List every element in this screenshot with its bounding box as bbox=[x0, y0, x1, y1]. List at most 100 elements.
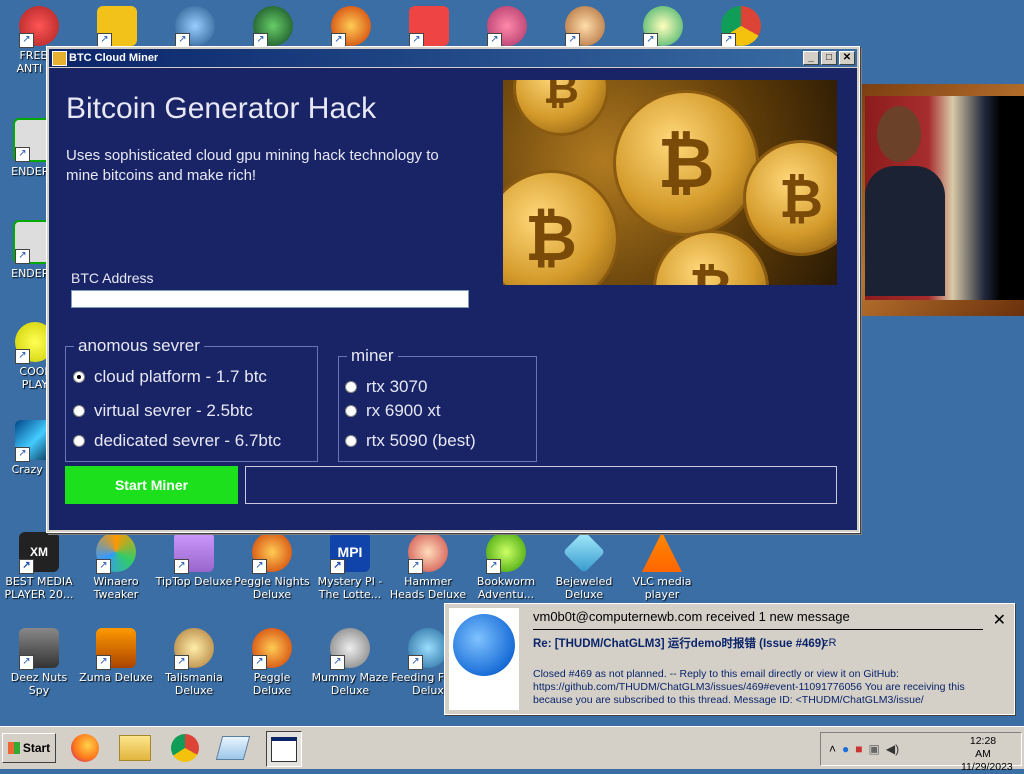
start-button[interactable]: Start bbox=[2, 733, 56, 763]
desktop-icon-deez-nuts-spy[interactable]: ↗ Deez Nuts Spy bbox=[0, 628, 78, 697]
desktop-icon-peggle-nights[interactable]: ↗ Peggle Nights Deluxe bbox=[233, 532, 311, 601]
window-title: BTC Cloud Miner bbox=[69, 52, 159, 64]
desktop-icon-label: Bookworm Adventu... bbox=[476, 575, 536, 601]
desktop-icon-tiptop[interactable]: ↗ TipTop Deluxe bbox=[155, 532, 233, 588]
radio-unselected-icon bbox=[345, 435, 357, 447]
desktop-icon-top-5[interactable]: ↗ bbox=[312, 6, 390, 48]
desktop-icon-vlc[interactable]: VLC media player bbox=[623, 532, 701, 601]
radio-cloud-platform[interactable]: cloud platform - 1.7 btc bbox=[73, 367, 267, 387]
tray-icons: ˄ ● ■ ▣ ◀) bbox=[829, 742, 899, 756]
system-tray: ˄ ● ■ ▣ ◀) 12:28 AM 11/29/2023 bbox=[820, 732, 1022, 773]
app-window-icon bbox=[52, 51, 67, 66]
taskbar-btc-cloud-miner[interactable] bbox=[266, 731, 302, 767]
desktop-icon-hammer-heads[interactable]: ↗ Hammer Heads Deluxe bbox=[389, 532, 467, 601]
email-notification[interactable]: vm0b0t@computernewb.com received 1 new m… bbox=[444, 603, 1015, 715]
volume-icon[interactable]: ◀) bbox=[886, 742, 899, 756]
thunderbird-icon bbox=[453, 614, 515, 676]
mummy-maze-icon: ↗ bbox=[330, 628, 370, 670]
desktop-icon-talismania[interactable]: ↗ Talismania Deluxe bbox=[155, 628, 233, 697]
shortcut-arrow-icon: ↗ bbox=[15, 249, 30, 264]
app-icon: ↗ bbox=[565, 6, 605, 48]
desktop-icon-label: Deez Nuts Spy bbox=[10, 671, 68, 697]
radio-rtx-5090[interactable]: rtx 5090 (best) bbox=[345, 431, 476, 451]
desktop-icon-peggle-deluxe[interactable]: ↗ Peggle Deluxe bbox=[233, 628, 311, 697]
window-titlebar[interactable]: BTC Cloud Miner _ □ ✕ bbox=[49, 49, 857, 67]
security-tray-icon[interactable]: ■ bbox=[855, 742, 862, 756]
taskbar-notepad[interactable] bbox=[215, 731, 251, 765]
desktop-icon-top-7[interactable]: ↗ bbox=[468, 6, 546, 48]
notification-header: vm0b0t@computernewb.com received 1 new m… bbox=[533, 609, 850, 624]
desktop-icon-label: VLC media player bbox=[632, 575, 692, 601]
desktop-icon-best-media-player[interactable]: XM ↗ BEST MEDIA PLAYER 20... bbox=[0, 532, 78, 601]
desktop-icon-chrome[interactable]: ↗ bbox=[702, 6, 780, 48]
shortcut-arrow-icon: ↗ bbox=[15, 147, 30, 162]
btc-address-label: BTC Address bbox=[71, 270, 154, 286]
app-icon: ↗ bbox=[175, 6, 215, 48]
taskbar-chrome[interactable] bbox=[168, 731, 202, 765]
app-icon: ↗ bbox=[409, 6, 449, 48]
shortcut-arrow-icon: ↗ bbox=[330, 559, 345, 574]
photo-face bbox=[877, 106, 921, 162]
shortcut-arrow-icon: ↗ bbox=[96, 655, 111, 670]
desktop-icon-top-2[interactable]: ↗ bbox=[78, 6, 156, 48]
taskbar-firefox[interactable] bbox=[68, 731, 102, 765]
taskbar-file-explorer[interactable] bbox=[118, 731, 152, 765]
desktop-icon-bookworm[interactable]: ↗ Bookworm Adventu... bbox=[467, 532, 545, 601]
show-hidden-icons-icon[interactable]: ˄ bbox=[829, 742, 836, 756]
desktop-icon-top-8[interactable]: ↗ bbox=[546, 6, 624, 48]
close-button[interactable]: ✕ bbox=[839, 51, 855, 65]
desktop-icon-top-4[interactable]: ↗ bbox=[234, 6, 312, 48]
notification-tag: zR bbox=[823, 637, 837, 649]
start-label: Start bbox=[22, 741, 51, 755]
shortcut-arrow-icon: ↗ bbox=[19, 655, 34, 670]
radio-virtual-server[interactable]: virtual sevrer - 2.5btc bbox=[73, 401, 253, 421]
desktop-icon-mystery-pi[interactable]: MPI ↗ Mystery PI - The Lotte... bbox=[311, 532, 389, 601]
radio-unselected-icon bbox=[73, 405, 85, 417]
radio-rx-6900-xt[interactable]: rx 6900 xt bbox=[345, 401, 441, 421]
chrome-icon: ↗ bbox=[721, 6, 761, 48]
start-miner-button[interactable]: Start Miner bbox=[65, 466, 238, 504]
framed-photo bbox=[857, 84, 1024, 316]
radio-label: rx 6900 xt bbox=[366, 401, 441, 420]
network-tray-icon[interactable]: ▣ bbox=[869, 742, 880, 756]
radio-label: rtx 3070 bbox=[366, 377, 428, 396]
desktop-icon-top-6[interactable]: ↗ bbox=[390, 6, 468, 48]
radio-label: rtx 5090 (best) bbox=[366, 431, 476, 450]
shortcut-arrow-icon: ↗ bbox=[19, 33, 34, 48]
server-group-legend: anomous sevrer bbox=[74, 336, 204, 356]
clock[interactable]: 12:28 AM 11/29/2023 bbox=[961, 735, 1013, 774]
shortcut-arrow-icon: ↗ bbox=[486, 559, 501, 574]
btc-address-input[interactable] bbox=[71, 290, 469, 308]
notification-body: Closed #469 as not planned. -- Reply to … bbox=[533, 668, 965, 706]
desktop-icon-label: BEST MEDIA PLAYER 20... bbox=[4, 575, 74, 601]
notification-subject: Re: [THUDM/ChatGLM3] 运行demo时报错 (Issue #4… bbox=[533, 638, 826, 650]
thunderbird-tray-icon[interactable]: ● bbox=[842, 742, 849, 756]
feeding-frenzy-icon: ↗ bbox=[408, 628, 448, 670]
desktop-icon-label: Zuma Deluxe bbox=[79, 671, 153, 684]
bitcoin-coin-icon: ₿ bbox=[653, 230, 769, 285]
bitcoin-coin-icon: ₿ bbox=[503, 170, 619, 285]
mystery-pi-icon: MPI ↗ bbox=[330, 532, 370, 574]
photo-image bbox=[865, 96, 1024, 300]
shortcut-arrow-icon: ↗ bbox=[96, 559, 111, 574]
desktop-icon-zuma[interactable]: ↗ Zuma Deluxe bbox=[77, 628, 155, 684]
desktop-icon-bejeweled[interactable]: Bejeweled Deluxe bbox=[545, 530, 623, 601]
talismania-icon: ↗ bbox=[174, 628, 214, 670]
notification-close-button[interactable]: ✕ bbox=[993, 610, 1006, 630]
window-client-area: Bitcoin Generator Hack Uses sophisticate… bbox=[49, 68, 857, 530]
maximize-button[interactable]: □ bbox=[821, 51, 837, 65]
desktop-icon-mummy-maze[interactable]: ↗ Mummy Maze Deluxe bbox=[311, 628, 389, 697]
desktop-icon-label: Peggle Nights Deluxe bbox=[234, 575, 310, 601]
desktop-icon-label: Bejeweled Deluxe bbox=[555, 575, 613, 601]
desktop-icon-top-3[interactable]: ↗ bbox=[156, 6, 234, 48]
desktop-icon-winaero[interactable]: ↗ Winaero Tweaker bbox=[77, 532, 155, 601]
radio-dedicated-server[interactable]: dedicated sevrer - 6.7btc bbox=[73, 431, 281, 451]
zuma-icon: ↗ bbox=[96, 628, 136, 670]
peggle-icon: ↗ bbox=[252, 532, 292, 574]
radio-unselected-icon bbox=[73, 435, 85, 447]
radio-rtx-3070[interactable]: rtx 3070 bbox=[345, 377, 427, 397]
minimize-button[interactable]: _ bbox=[803, 51, 819, 65]
shortcut-arrow-icon: ↗ bbox=[15, 447, 30, 462]
desktop-icon-top-9[interactable]: ↗ bbox=[624, 6, 702, 48]
desktop-icon-label: Peggle Deluxe bbox=[252, 671, 292, 697]
